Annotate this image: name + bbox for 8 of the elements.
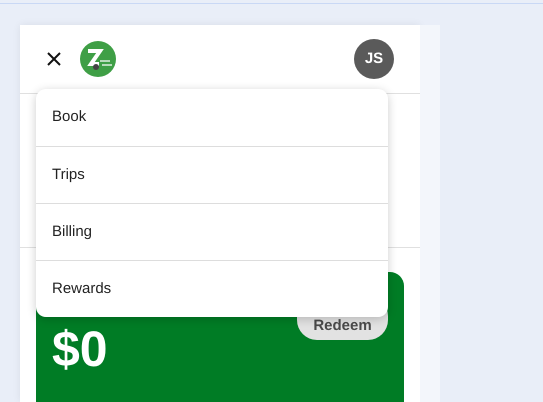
menu-item[interactable]: Trips [36,146,388,203]
user-avatar[interactable]: JS [354,39,394,80]
logo-icon [80,41,116,78]
menu-item[interactable]: Rewards [36,260,388,317]
menu-item[interactable]: Book [36,89,388,146]
close-icon[interactable] [46,51,62,68]
rewards-amount: $0 [52,324,108,374]
menu-item[interactable]: Billing [36,203,388,260]
